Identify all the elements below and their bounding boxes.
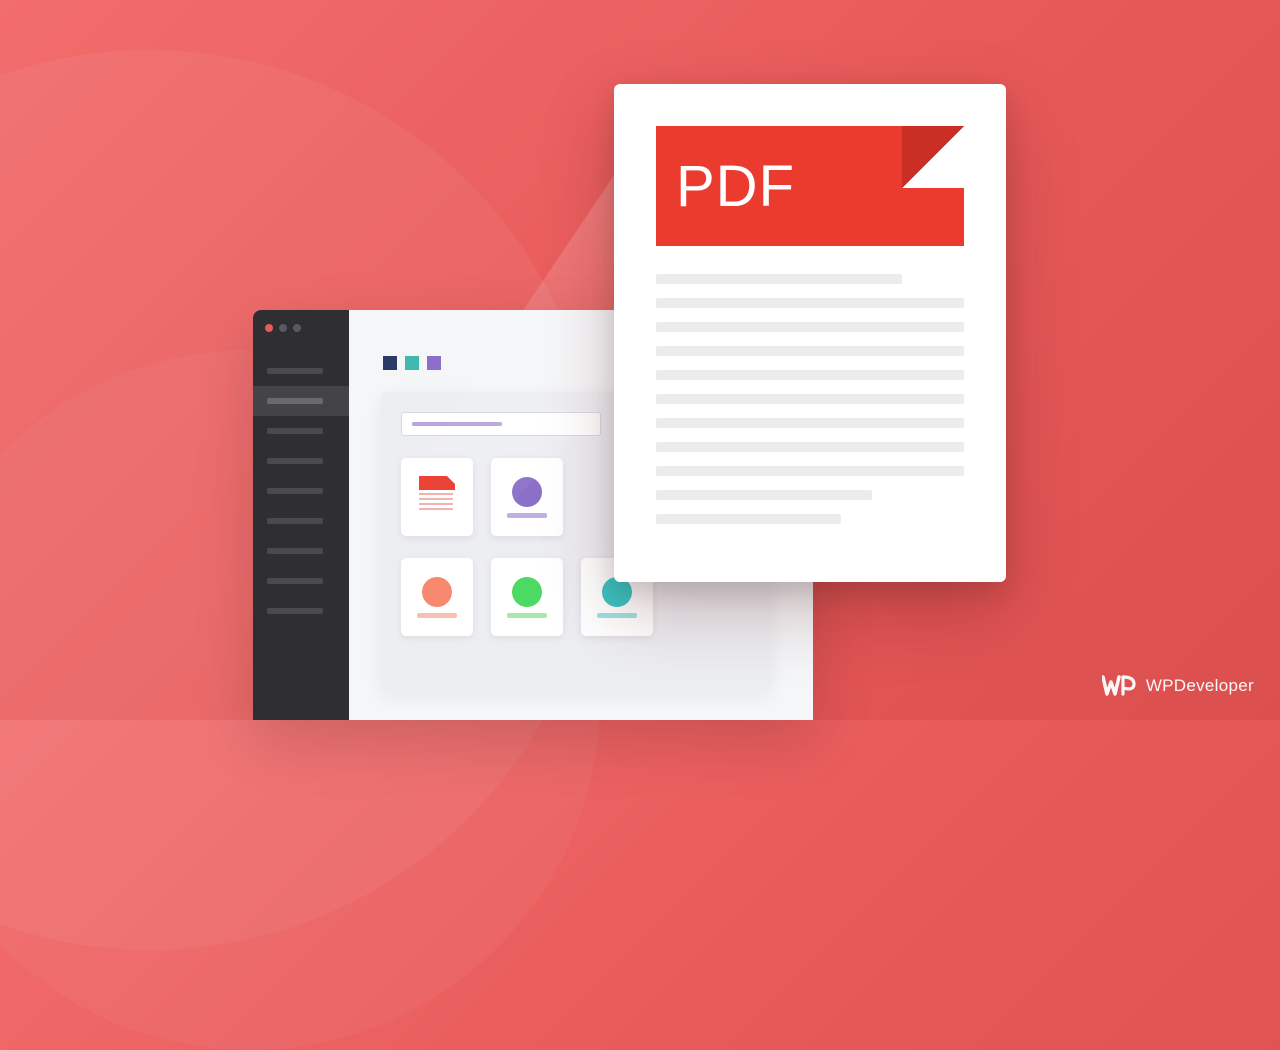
- sidebar-item[interactable]: [253, 356, 349, 386]
- text-line: [656, 298, 964, 308]
- sidebar-item[interactable]: [253, 416, 349, 446]
- sidebar-item[interactable]: [253, 506, 349, 536]
- sidebar-item-active[interactable]: [253, 386, 349, 416]
- thumbnail-image[interactable]: [491, 458, 563, 536]
- window-controls: [253, 310, 349, 346]
- text-line: [656, 274, 902, 284]
- sidebar-item[interactable]: [253, 566, 349, 596]
- admin-sidebar: [253, 310, 349, 720]
- thumbnail-image[interactable]: [491, 558, 563, 636]
- circle-icon: [512, 477, 542, 507]
- text-line: [656, 490, 872, 500]
- sidebar-item[interactable]: [253, 446, 349, 476]
- text-line: [656, 466, 964, 476]
- maximize-dot-icon[interactable]: [293, 324, 301, 332]
- thumbnail-pdf[interactable]: [401, 458, 473, 536]
- close-dot-icon[interactable]: [265, 324, 273, 332]
- brand-watermark: WPDeveloper: [1102, 674, 1254, 698]
- sidebar-item[interactable]: [253, 476, 349, 506]
- pdf-label: PDF: [676, 153, 795, 220]
- sidebar-item[interactable]: [253, 596, 349, 626]
- color-tab-teal[interactable]: [405, 356, 419, 370]
- text-line: [656, 370, 964, 380]
- thumbnail-caption: [507, 613, 547, 618]
- color-tab-purple[interactable]: [427, 356, 441, 370]
- text-line: [656, 394, 964, 404]
- thumbnail-caption: [597, 613, 637, 618]
- thumbnail-caption: [507, 513, 547, 518]
- thumbnail-image[interactable]: [401, 558, 473, 636]
- circle-icon: [512, 577, 542, 607]
- wpdeveloper-logo-icon: [1102, 674, 1136, 698]
- page-fold-icon: [902, 126, 964, 188]
- text-line: [656, 346, 964, 356]
- circle-icon: [422, 577, 452, 607]
- pdf-file-icon: PDF: [656, 126, 964, 546]
- thumbnail-caption: [417, 613, 457, 618]
- text-line: [656, 514, 841, 524]
- search-placeholder-line: [412, 422, 502, 426]
- text-line: [656, 442, 964, 452]
- color-tabs: [383, 356, 441, 370]
- pdf-mini-icon: [419, 476, 455, 490]
- pdf-preview-card: PDF: [614, 84, 1006, 582]
- brand-name: WPDeveloper: [1146, 676, 1254, 696]
- text-line: [656, 418, 964, 428]
- color-tab-navy[interactable]: [383, 356, 397, 370]
- sidebar-item[interactable]: [253, 536, 349, 566]
- pdf-body-lines: [656, 274, 964, 524]
- minimize-dot-icon[interactable]: [279, 324, 287, 332]
- search-input[interactable]: [401, 412, 601, 436]
- text-line: [656, 322, 964, 332]
- sidebar-menu: [253, 356, 349, 626]
- pdf-header: PDF: [656, 126, 964, 246]
